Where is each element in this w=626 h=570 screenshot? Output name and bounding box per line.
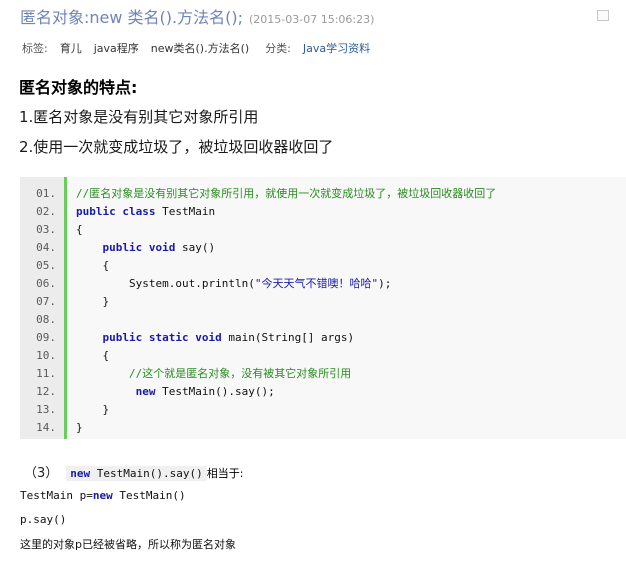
- code-text: System.out.println("今天天气不错噢！哈哈");: [76, 275, 391, 293]
- corner-box-icon[interactable]: [597, 10, 609, 21]
- code-token: );: [378, 277, 392, 290]
- code-token: System.out.println(: [128, 277, 255, 290]
- line-number: 03.: [36, 223, 56, 236]
- category-label: 分类:: [265, 42, 291, 55]
- code-text: }: [76, 401, 110, 419]
- line-number: 01.: [36, 187, 56, 200]
- code-line: 10. {: [20, 347, 626, 365]
- code-line-declaration: TestMain p=new TestMain(): [20, 489, 186, 502]
- code-token: TestMain().say();: [155, 385, 275, 398]
- code-line: 09. public static void main(String[] arg…: [20, 329, 626, 347]
- code-line: 11. //这个就是匿名对象，没有被其它对象所引用: [20, 365, 626, 383]
- decl-keyword: new: [92, 489, 113, 502]
- tag-link[interactable]: java程序: [94, 40, 139, 56]
- line-number: 10.: [36, 349, 56, 362]
- category-link[interactable]: Java学习资料: [303, 40, 370, 56]
- section-heading: 匿名对象的特点:: [19, 78, 138, 97]
- line-number: 14.: [36, 421, 56, 434]
- title-row: 匿名对象:new 类名().方法名(); (2015-03-07 15:06:2…: [20, 4, 620, 28]
- item-number: （3）: [24, 466, 59, 481]
- code-text: //这个就是匿名对象，没有被其它对象所引用: [76, 365, 351, 383]
- post-meta: 标签: 育儿 java程序 new类名().方法名() 分类: Java学习资料: [22, 40, 370, 56]
- line-number: 08.: [36, 313, 56, 326]
- code-line: 13. }: [20, 401, 626, 419]
- code-text: public static void main(String[] args): [76, 329, 355, 347]
- code-token: {: [102, 349, 110, 362]
- point-2: 2.使用一次就变成垃圾了，被垃圾回收器收回了: [19, 138, 334, 156]
- tag-link[interactable]: new类名().方法名(): [151, 40, 249, 56]
- code-token: say(): [175, 241, 216, 254]
- line-number: 12.: [36, 385, 56, 398]
- inline-keyword: new: [70, 467, 91, 480]
- code-token: {: [102, 259, 110, 272]
- code-text: public class TestMain: [76, 203, 215, 221]
- code-text: }: [76, 419, 83, 437]
- code-comment: //匿名对象是没有别其它对象所引用，就使用一次就变成垃圾了，被垃圾回收器收回了: [76, 187, 497, 200]
- code-block: 01. //匿名对象是没有别其它对象所引用，就使用一次就变成垃圾了，被垃圾回收器收…: [20, 177, 626, 439]
- post-date: (2015-03-07 15:06:23): [249, 13, 375, 26]
- code-keyword: public static void: [102, 331, 222, 344]
- code-text: {: [76, 347, 110, 365]
- inline-tail: 相当于:: [206, 467, 244, 480]
- line-number: 05.: [36, 259, 56, 272]
- code-line: 06. System.out.println("今天天气不错噢！哈哈");: [20, 275, 626, 293]
- explanation-heading: （3） new TestMain().say() 相当于:: [24, 462, 243, 481]
- code-line: 12. new TestMain().say();: [20, 383, 626, 401]
- code-token: main(String[] args): [221, 331, 355, 344]
- code-line: 14.}: [20, 419, 626, 437]
- code-line: 03. {: [20, 221, 626, 239]
- code-keyword: public class: [76, 205, 156, 218]
- code-token: }: [102, 295, 110, 308]
- inline-code-text: TestMain().say(): [90, 467, 203, 480]
- post-intro: 匿名对象的特点: 1.匿名对象是没有别其它对象所引用 2.使用一次就变成垃圾了，…: [19, 78, 333, 157]
- code-line: 08.: [20, 311, 626, 329]
- code-text: {: [76, 221, 83, 239]
- line-number: 09.: [36, 331, 56, 344]
- code-token: {: [76, 223, 83, 236]
- code-token: TestMain: [155, 205, 216, 218]
- code-token: }: [76, 421, 83, 434]
- inline-code: new TestMain().say(): [66, 466, 207, 481]
- line-number: 02.: [36, 205, 56, 218]
- code-token: }: [102, 403, 110, 416]
- code-line: 05. {: [20, 257, 626, 275]
- code-line: 01. //匿名对象是没有别其它对象所引用，就使用一次就变成垃圾了，被垃圾回收器收…: [20, 185, 626, 203]
- code-keyword: public void: [102, 241, 176, 254]
- code-comment: //这个就是匿名对象，没有被其它对象所引用: [128, 367, 352, 380]
- line-number: 07.: [36, 295, 56, 308]
- tag-link[interactable]: 育儿: [60, 40, 82, 56]
- code-line: 07. }: [20, 293, 626, 311]
- line-number: 06.: [36, 277, 56, 290]
- line-number: 11.: [36, 367, 56, 380]
- tags-label: 标签:: [22, 42, 48, 55]
- code-line: 04. public void say(): [20, 239, 626, 257]
- code-text: new TestMain().say();: [76, 383, 275, 401]
- post-title: 匿名对象:new 类名().方法名();: [20, 8, 243, 27]
- line-number: 04.: [36, 241, 56, 254]
- explanation-text: 这里的对象p已经被省略，所以称为匿名对象: [20, 538, 236, 551]
- code-text: {: [76, 257, 110, 275]
- code-string: "今天天气不错噢！哈哈": [254, 277, 379, 290]
- line-number: 13.: [36, 403, 56, 416]
- blog-post: 匿名对象:new 类名().方法名(); (2015-03-07 15:06:2…: [0, 0, 626, 570]
- code-text: //匿名对象是没有别其它对象所引用，就使用一次就变成垃圾了，被垃圾回收器收回了: [76, 185, 496, 203]
- code-text: public void say(): [76, 239, 216, 257]
- code-text: }: [76, 293, 110, 311]
- code-keyword: new: [135, 385, 156, 398]
- decl-b: TestMain(): [112, 489, 186, 502]
- code-line: 02. public class TestMain: [20, 203, 626, 221]
- post-header: 匿名对象:new 类名().方法名(); (2015-03-07 15:06:2…: [20, 4, 620, 28]
- point-1: 1.匿名对象是没有别其它对象所引用: [19, 108, 259, 126]
- decl-a: TestMain p=: [20, 489, 93, 502]
- code-line-call: p.say(): [20, 513, 67, 526]
